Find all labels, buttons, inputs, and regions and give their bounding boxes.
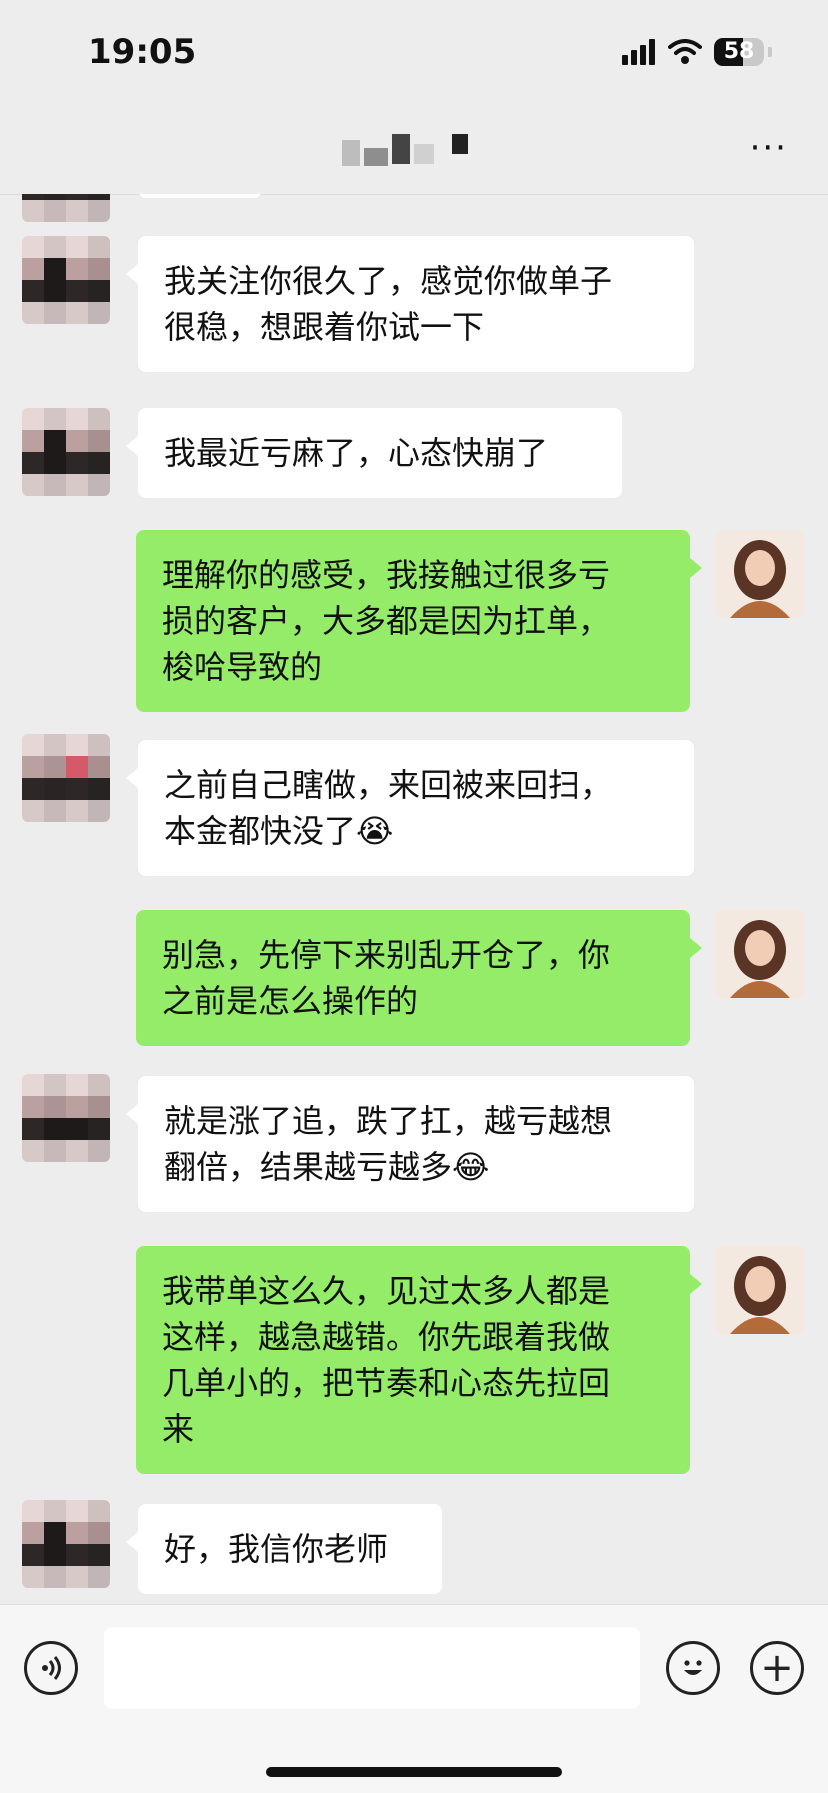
plus-icon[interactable]: + — [750, 1641, 804, 1695]
contact-avatar[interactable] — [22, 408, 110, 496]
contact-avatar[interactable] — [22, 1500, 110, 1588]
message-bubble[interactable]: 我关注你很久了，感觉你做单子 很稳，想跟着你试一下 — [126, 236, 694, 372]
message-bubble[interactable]: 我带单这么久，见过太多人都是 这样，越急越错。你先跟着我做 几单小的，把节奏和心… — [136, 1246, 702, 1474]
my-avatar[interactable] — [716, 530, 804, 618]
status-time: 19:05 — [88, 32, 197, 72]
status-icons: 58 — [622, 38, 772, 66]
battery-percent: 58 — [723, 39, 755, 64]
battery-tip — [768, 47, 772, 57]
battery-icon: 58 — [714, 38, 764, 66]
message-bubble-partial — [138, 194, 262, 198]
emoji-icon[interactable] — [666, 1641, 720, 1695]
message-list: 我关注你很久了，感觉你做单子 很稳，想跟着你试一下 我最近亏麻了，心态快崩了 理… — [0, 194, 828, 1604]
contact-avatar[interactable] — [22, 236, 110, 324]
contact-name-redacted — [342, 134, 468, 166]
more-options-button[interactable]: ··· — [750, 128, 788, 168]
status-bar: 19:05 58 — [0, 0, 828, 110]
message-bubble[interactable]: 之前自己瞎做，来回被来回扫， 本金都快没了😭 — [126, 740, 694, 876]
contact-avatar[interactable] — [22, 1074, 110, 1162]
message-bubble[interactable]: 别急，先停下来别乱开仓了，你 之前是怎么操作的 — [136, 910, 702, 1046]
message-bubble[interactable]: 好，我信你老师 — [126, 1504, 442, 1594]
message-bubble[interactable]: 我最近亏麻了，心态快崩了 — [126, 408, 622, 498]
message-bubble[interactable]: 就是涨了追，跌了扛，越亏越想 翻倍，结果越亏越多😂 — [126, 1076, 694, 1212]
my-avatar[interactable] — [716, 1246, 804, 1334]
home-indicator[interactable] — [266, 1767, 562, 1777]
wifi-icon — [668, 39, 702, 64]
input-bar: + — [0, 1604, 828, 1793]
teacher-avatar-icon — [716, 1246, 804, 1334]
voice-icon[interactable] — [24, 1641, 78, 1695]
chat-header: ··· — [0, 110, 828, 195]
contact-avatar[interactable] — [22, 734, 110, 822]
teacher-avatar-icon — [716, 530, 804, 618]
teacher-avatar-icon — [716, 910, 804, 998]
my-avatar[interactable] — [716, 910, 804, 998]
message-input[interactable] — [104, 1627, 640, 1709]
message-bubble[interactable]: 理解你的感受，我接触过很多亏 损的客户，大多都是因为扛单， 梭哈导致的 — [136, 530, 702, 712]
contact-avatar — [22, 194, 110, 222]
signal-icon — [622, 39, 655, 65]
